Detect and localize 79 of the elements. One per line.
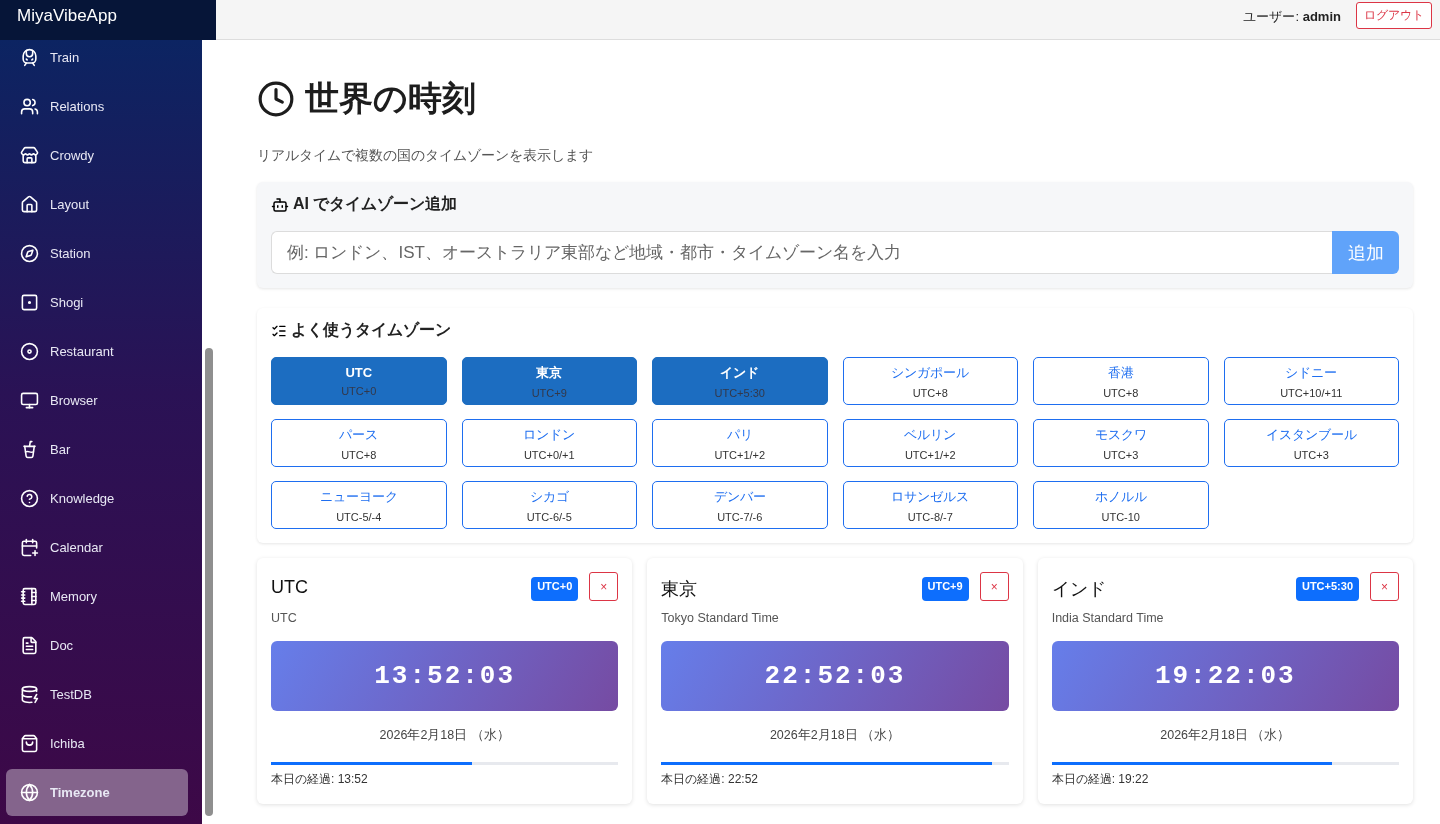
clock-name: インド [1051,578,1106,601]
timezone-input[interactable]: 例: ロンドン、IST、オーストラリア東部など地域・都市・タイムゾーン名を入力 [271,231,1332,274]
sidebar-item[interactable]: Station [6,230,188,277]
storefront-icon [20,146,39,165]
sidebar-item[interactable]: Train [6,40,188,81]
panel-title: AI でタイムゾーン追加 [293,194,458,214]
house-icon [20,195,39,214]
zone-name: UTC [271,611,298,625]
timezone-preset-button[interactable]: ロンドン UTC+0/+1 [461,419,637,467]
train-icon [20,48,39,67]
clock-date: 2026年2月18日 （水） [1159,727,1292,744]
timezone-preset-button[interactable]: パリ UTC+1/+2 [652,419,828,467]
timezone-preset-button[interactable]: ホノルル UTC-10 [1033,481,1209,529]
question-icon [20,489,39,508]
bag-icon [20,734,39,753]
clock-name: 東京 [661,578,698,601]
sidebar-item[interactable]: Timezone [6,769,188,816]
timezone-preset-button[interactable]: シドニー UTC+10/+11 [1223,357,1399,405]
timezone-preset-button[interactable]: デンバー UTC-7/-6 [652,481,828,529]
sidebar-item[interactable]: Knowledge [6,475,188,522]
progress-label: 本日の経過: 22:52 [661,771,760,788]
timezone-preset-button[interactable]: シカゴ UTC-6/-5 [461,481,637,529]
clock-name: UTC [271,577,308,598]
timezone-preset-button[interactable]: インド UTC+5:30 [652,357,828,405]
calendar-icon [20,538,39,557]
remove-button[interactable]: × [1370,572,1399,601]
remove-button[interactable]: × [589,572,619,601]
database-icon [20,685,39,704]
monitor-icon [20,391,39,410]
timezone-preset-button[interactable]: UTC UTC+0 [271,357,447,405]
remove-button[interactable]: × [979,572,1009,601]
sidebar-item[interactable]: Ichiba [6,720,188,767]
user-label: ユーザー: admin [1243,8,1341,26]
disc-icon [20,342,39,361]
timezone-preset-button[interactable]: ロサンゼルス UTC-8/-7 [842,481,1018,529]
people-icon [20,97,39,116]
sidebar-item[interactable]: Bar [6,426,188,473]
timezone-preset-button[interactable]: ニューヨーク UTC-5/-4 [271,481,447,529]
sidebar-item[interactable]: Relations [6,83,188,130]
progress-label: 本日の経過: 13:52 [271,771,369,788]
sidebar-item[interactable]: Doc [6,622,188,669]
sidebar-item[interactable]: Browser [6,377,188,424]
timezone-preset-button[interactable]: ベルリン UTC+1/+2 [842,419,1018,467]
offset-badge: UTC+5:30 [1295,577,1359,601]
offset-badge: UTC+9 [921,577,969,601]
sidebar-item[interactable]: Crowdy [6,132,188,179]
zone-name: Tokyo Standard Time [661,611,780,625]
cup-icon [20,440,39,459]
clock-icon [257,80,295,118]
app-title: MiyaVibeApp [0,0,216,40]
clock-time: 13:52:03 [374,661,516,691]
clock-time: 22:52:03 [764,661,906,691]
sidebar-item[interactable]: TestDB [6,671,188,718]
document-icon [20,636,39,655]
page-title: 世界の時刻 [305,78,476,119]
sidebar-item[interactable]: Calendar [6,524,188,571]
timezone-preset-button[interactable]: 東京 UTC+9 [461,357,637,405]
robot-icon [271,195,289,214]
clock-date: 2026年2月18日 （水） [378,727,511,744]
clock-date: 2026年2月18日 （水） [768,727,902,744]
globe-icon [20,783,39,802]
timezone-preset-button[interactable]: シンガポール UTC+8 [842,357,1018,405]
notebook-icon [20,587,39,606]
offset-badge: UTC+0 [531,577,579,601]
zone-name: India Standard Time [1051,611,1165,625]
timezone-preset-button[interactable]: モスクワ UTC+3 [1033,419,1209,467]
sidebar-item[interactable]: Shogi [6,279,188,326]
clock-time: 19:22:03 [1154,661,1296,691]
page-subtitle: リアルタイムで複数の国のタイムゾーンを表示します [257,147,594,165]
panel-title: よく使うタイムゾーン [291,320,451,341]
sidebar-item[interactable]: Layout [6,181,188,228]
compass-icon [20,244,39,263]
timezone-preset-button[interactable]: 香港 UTC+8 [1033,357,1209,405]
progress-label: 本日の経過: 19:22 [1051,771,1150,788]
timezone-preset-button[interactable]: パース UTC+8 [271,419,447,467]
sidebar-item[interactable]: Restaurant [6,328,188,375]
sidebar-item[interactable]: Memory [6,573,188,620]
logout-button[interactable]: ログアウト [1356,2,1432,29]
timezone-preset-button[interactable]: イスタンブール UTC+3 [1223,419,1399,467]
